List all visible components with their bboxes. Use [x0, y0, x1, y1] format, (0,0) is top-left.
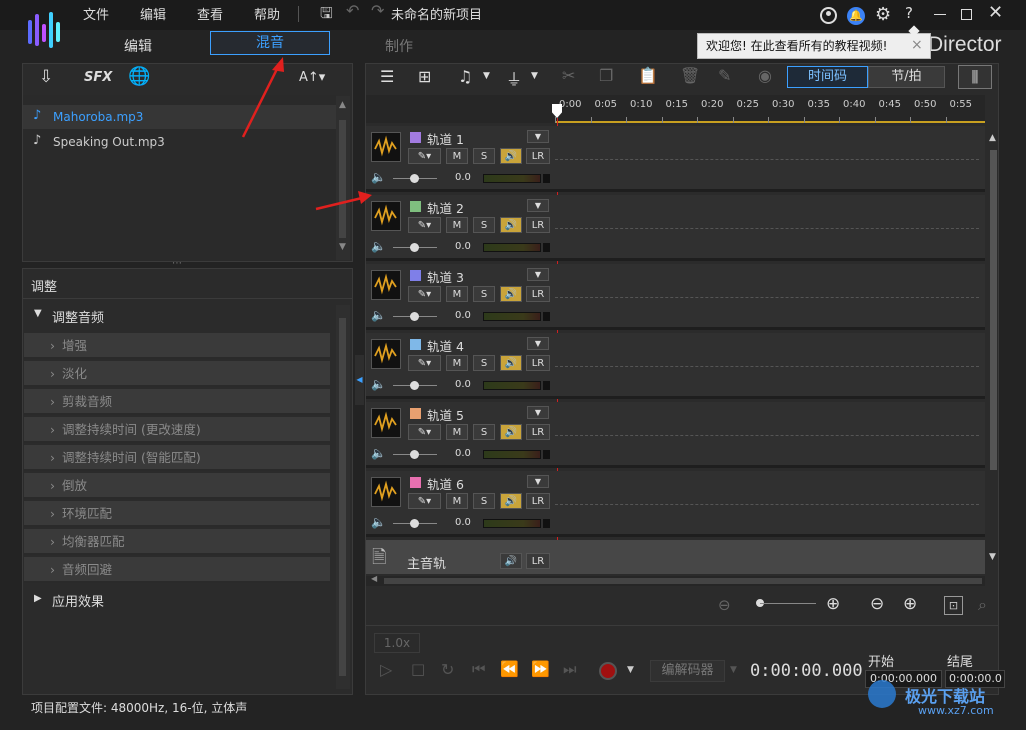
annotation-arrowhead: [358, 191, 372, 204]
annotation-arrowhead: [272, 57, 284, 72]
annotation-arrow: [315, 196, 363, 211]
annotation-arrow: [241, 64, 281, 138]
annotation-arrows: [241, 57, 372, 211]
